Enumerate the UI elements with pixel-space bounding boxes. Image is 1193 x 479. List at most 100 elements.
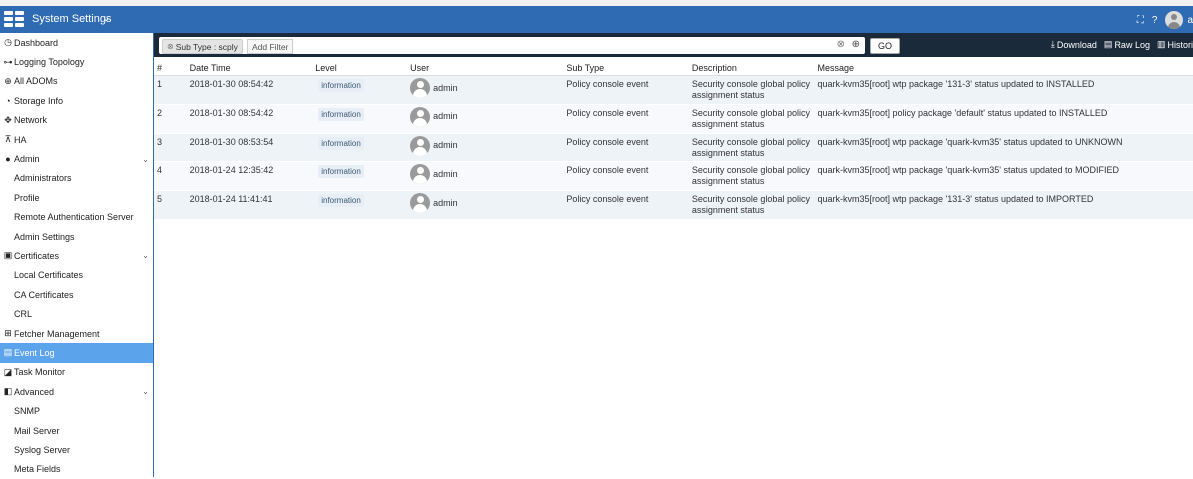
table-row[interactable]: 4 2018-01-24 12:35:42 information admin Poli… xyxy=(154,162,1193,192)
column-header-subtype[interactable]: Sub Type xyxy=(563,63,689,73)
sidebar-item-label: CA Certificates xyxy=(14,289,74,300)
user-avatar-icon xyxy=(410,164,431,185)
sidebar-item-profile[interactable]: Profile xyxy=(0,188,153,207)
raw-log-icon: ▤ xyxy=(1103,39,1113,49)
sidebar-item-label: CRL xyxy=(14,309,33,320)
history-button[interactable]: ▥ Histori xyxy=(1157,39,1193,50)
user-info: admin xyxy=(410,164,563,185)
sidebar-item-label: Storage Info xyxy=(14,95,64,106)
sidebar-item-label: Fetcher Management xyxy=(14,328,100,339)
user-info: admin xyxy=(410,135,563,156)
level-badge: information xyxy=(318,107,364,121)
chevron-down-icon[interactable]: ⌄ xyxy=(102,13,110,24)
go-button[interactable]: GO xyxy=(870,38,900,54)
sidebar-item-fetcher-management[interactable]: ⊞ Fetcher Management xyxy=(0,324,153,343)
sidebar-item-admin[interactable]: ● Admin ⌄ xyxy=(0,149,153,168)
cell-user: admin xyxy=(407,162,563,185)
sidebar-item-dashboard[interactable]: ◷ Dashboard xyxy=(0,33,153,52)
app-title[interactable]: System Settings xyxy=(32,13,111,25)
cell-user: admin xyxy=(407,76,563,98)
cell-subtype: Policy console event xyxy=(566,165,649,176)
filter-input[interactable]: ⊗ Sub Type : scply Add Filter ⊗ ⊕ xyxy=(159,37,865,54)
sidebar-item-meta-fields[interactable]: Meta Fields xyxy=(0,460,153,479)
level-badge: information xyxy=(318,79,364,92)
user-name: admin xyxy=(433,82,458,93)
search-icon[interactable]: ⊕ xyxy=(852,39,860,50)
user-avatar-icon xyxy=(410,135,431,156)
sidebar-item-snmp[interactable]: SNMP xyxy=(0,401,153,420)
download-button[interactable]: ⤓ Download xyxy=(1051,39,1097,50)
clear-icon[interactable]: ⊗ xyxy=(837,39,845,50)
globe-icon: ⊕ xyxy=(4,75,12,86)
column-header-level[interactable]: Level xyxy=(312,63,407,73)
user-avatar[interactable] xyxy=(1165,11,1184,29)
storage-icon: ◔ xyxy=(5,95,11,106)
column-header-message[interactable]: Message xyxy=(814,63,1193,73)
sidebar-item-ca-certificates[interactable]: CA Certificates xyxy=(0,285,153,304)
sidebar-item-syslog-server[interactable]: Syslog Server xyxy=(0,440,153,459)
sidebar-item-event-log[interactable]: ▤ Event Log xyxy=(0,343,153,363)
sidebar-item-mail-server[interactable]: Mail Server xyxy=(0,421,153,440)
history-icon: ▥ xyxy=(1156,39,1166,49)
add-filter-button[interactable]: Add Filter xyxy=(247,39,294,54)
certificate-icon: ▣ xyxy=(3,250,13,261)
cell-index: 2 xyxy=(157,107,163,118)
column-header-description[interactable]: Description xyxy=(689,63,815,73)
cell-index: 5 xyxy=(157,194,163,205)
sidebar-item-admin-settings[interactable]: Admin Settings xyxy=(0,227,153,246)
sidebar: ◷ Dashboard ⊶ Logging Topology ⊕ All ADOMs ◔ St… xyxy=(0,33,154,477)
cell-description: Security console global policy assignmen… xyxy=(691,165,810,187)
chevron-down-icon[interactable]: ⌄ xyxy=(142,155,149,164)
table-row[interactable]: 5 2018-01-24 11:41:41 information admin Poli… xyxy=(154,191,1193,220)
table-row[interactable]: 3 2018-01-30 08:53:54 information admin Poli… xyxy=(154,133,1193,163)
download-icon: ⤓ xyxy=(1050,39,1055,49)
sidebar-item-logging-topology[interactable]: ⊶ Logging Topology xyxy=(0,52,153,71)
sidebar-item-task-monitor[interactable]: ◪ Task Monitor xyxy=(0,363,153,382)
sidebar-item-crl[interactable]: CRL xyxy=(0,304,153,323)
cell-datetime: 2018-01-24 11:41:41 xyxy=(189,194,273,205)
level-badge: information xyxy=(318,136,364,150)
download-label: Download xyxy=(1056,39,1097,50)
event-log-table: # Date Time Level User Sub Type Descript… xyxy=(154,60,1193,220)
sidebar-item-advanced[interactable]: ◧ Advanced ⌄ xyxy=(0,382,153,401)
apps-menu-icon[interactable] xyxy=(4,11,24,27)
help-icon[interactable]: ? xyxy=(1152,15,1158,26)
sidebar-item-label: Administrators xyxy=(14,173,72,184)
cell-description: Security console global policy assignmen… xyxy=(691,136,810,158)
header-actions: ⛶ ? a xyxy=(1137,10,1193,30)
sidebar-item-ha[interactable]: ⊼ HA xyxy=(0,130,153,149)
filter-bar: ⊗ Sub Type : scply Add Filter ⊗ ⊕ GO ⤓ Do… xyxy=(154,33,1193,57)
filter-chip[interactable]: ⊗ Sub Type : scply xyxy=(162,39,243,54)
sidebar-item-administrators[interactable]: Administrators xyxy=(0,169,153,188)
raw-log-button[interactable]: ▤ Raw Log xyxy=(1104,39,1150,50)
main-content: ⊗ Sub Type : scply Add Filter ⊗ ⊕ GO ⤓ Do… xyxy=(154,33,1193,477)
level-badge: information xyxy=(318,165,364,179)
cell-level: information xyxy=(312,76,407,92)
sidebar-item-certificates[interactable]: ▣ Certificates ⌄ xyxy=(0,246,153,265)
column-header-index[interactable]: # xyxy=(154,63,187,73)
sidebar-item-remote-authentication-server[interactable]: Remote Authentication Server xyxy=(0,208,153,227)
fullscreen-icon[interactable]: ⛶ xyxy=(1137,15,1144,26)
user-name-truncated[interactable]: a xyxy=(1187,15,1193,26)
event-log-icon: ▤ xyxy=(3,347,13,358)
table-row[interactable]: 1 2018-01-30 08:54:42 information admin Poli… xyxy=(154,76,1193,105)
user-avatar-icon xyxy=(410,106,431,127)
column-header-datetime[interactable]: Date Time xyxy=(187,63,313,73)
user-info: admin xyxy=(410,106,563,127)
cell-message: quark-kvm35[root] wtp package '131-3' st… xyxy=(817,79,1095,89)
sidebar-item-label: Admin xyxy=(14,154,40,165)
dashboard-icon: ◷ xyxy=(4,37,12,48)
sidebar-item-local-certificates[interactable]: Local Certificates xyxy=(0,266,153,285)
table-row[interactable]: 2 2018-01-30 08:54:42 information admin Poli… xyxy=(154,104,1193,134)
cell-index: 3 xyxy=(157,136,163,147)
chevron-down-icon[interactable]: ⌄ xyxy=(142,387,149,396)
sidebar-item-all-adoms[interactable]: ⊕ All ADOMs xyxy=(0,72,153,91)
sidebar-item-storage-info[interactable]: ◔ Storage Info xyxy=(0,91,153,110)
sidebar-item-label: Task Monitor xyxy=(14,367,66,378)
remove-filter-icon[interactable]: ⊗ xyxy=(167,42,174,51)
chevron-down-icon[interactable]: ⌄ xyxy=(142,251,149,260)
column-header-user[interactable]: User xyxy=(407,63,563,73)
cell-datetime: 2018-01-30 08:53:54 xyxy=(189,136,274,147)
sidebar-item-network[interactable]: ✥ Network xyxy=(0,111,153,130)
advanced-icon: ◧ xyxy=(3,386,13,397)
